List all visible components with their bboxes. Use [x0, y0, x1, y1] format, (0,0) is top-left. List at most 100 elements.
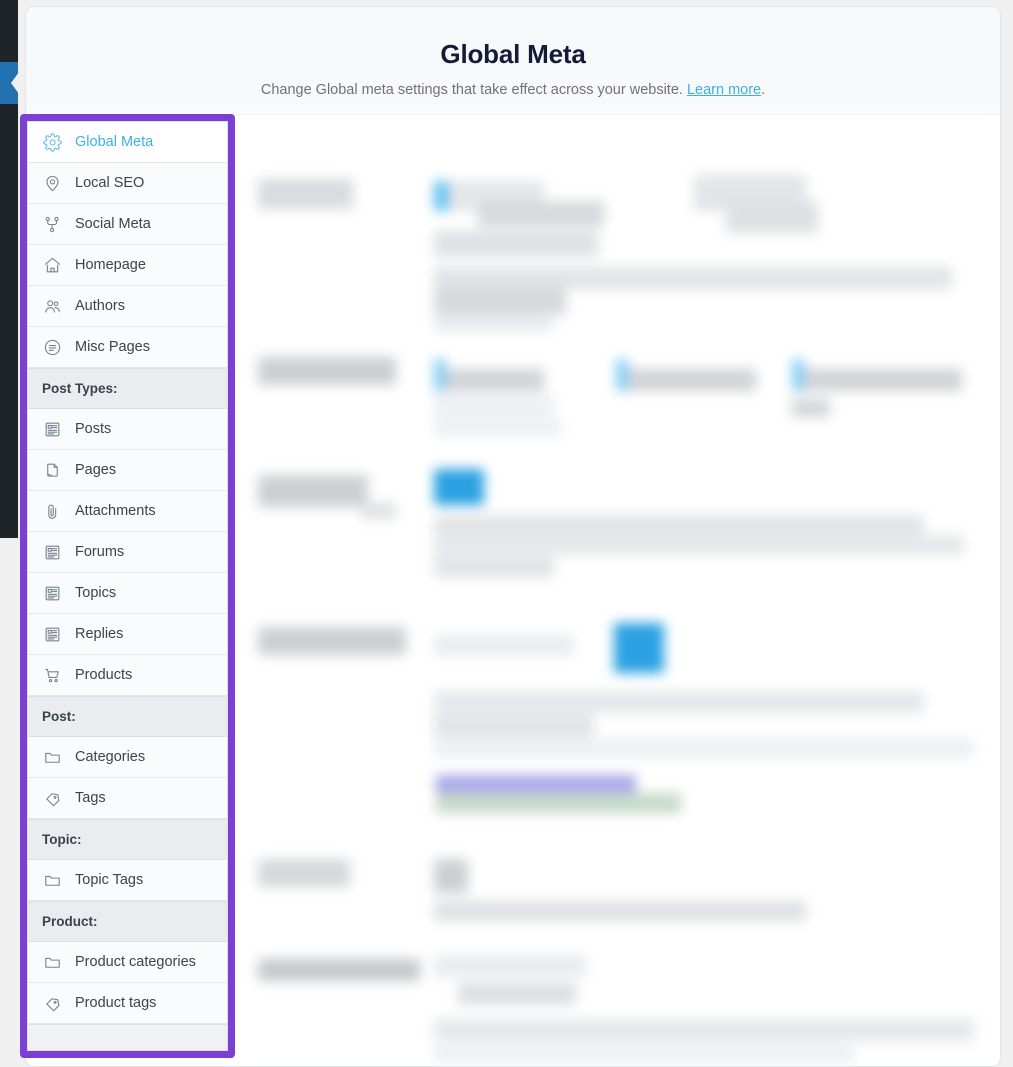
content-placeholder-block [792, 399, 830, 417]
content-placeholder-block [434, 359, 446, 391]
learn-more-link[interactable]: Learn more [687, 82, 761, 98]
content-placeholder-block [434, 557, 554, 577]
content-placeholder-block [361, 503, 396, 519]
sidebar-item-homepage[interactable]: Homepage [28, 245, 227, 286]
article-icon [42, 419, 63, 440]
page-subtitle-period: . [761, 82, 765, 98]
content-placeholder-block [804, 369, 962, 391]
sidebar-item-label: Pages [75, 462, 116, 478]
content-placeholder-block [434, 535, 964, 555]
sidebar-footer [28, 1024, 227, 1051]
sidebar-item-label: Attachments [75, 503, 156, 519]
content-placeholder-block [434, 1019, 974, 1041]
sidebar-item-forums[interactable]: Forums [28, 532, 227, 573]
settings-nav: Global Meta Local SEO Social Meta Homepage A… [27, 121, 228, 1051]
content-placeholder-block [478, 201, 604, 227]
sidebar-item-label: Social Meta [75, 216, 151, 232]
sidebar-item-label: Tags [75, 790, 106, 806]
content-placeholder-block [434, 231, 598, 257]
wordpress-admin-rail-pointer-icon [11, 72, 19, 94]
tag-icon [42, 993, 63, 1014]
sidebar-section-posttypes: Post Types: [28, 368, 227, 409]
settings-nav-highlight-box: Global Meta Local SEO Social Meta Homepage A… [20, 114, 235, 1058]
content-placeholder-block [434, 635, 574, 655]
sidebar-item-label: Forums [75, 544, 124, 560]
users-icon [42, 296, 63, 317]
sidebar-item-topic-tags[interactable]: Topic Tags [28, 860, 227, 901]
tag-icon [42, 788, 63, 809]
sidebar-item-product-tags[interactable]: Product tags [28, 983, 227, 1024]
content-placeholder-block [458, 983, 576, 1005]
folder-icon [42, 952, 63, 973]
paperclip-icon [42, 501, 63, 522]
page-icon [42, 460, 63, 481]
article-icon [42, 542, 63, 563]
sidebar-item-label: Products [75, 667, 132, 683]
page-title: Global Meta [26, 39, 1000, 70]
sidebar-item-local-seo[interactable]: Local SEO [28, 163, 227, 204]
sidebar-item-attachments[interactable]: Attachments [28, 491, 227, 532]
content-placeholder-block [434, 419, 562, 437]
content-placeholder-block [434, 289, 566, 315]
sidebar-item-topics[interactable]: Topics [28, 573, 227, 614]
sidebar-item-tags[interactable]: Tags [28, 778, 227, 819]
sidebar-item-global-meta[interactable]: Global Meta [28, 122, 227, 163]
content-placeholder-block [434, 859, 468, 893]
content-placeholder-block [434, 181, 448, 211]
folder-icon [42, 870, 63, 891]
content-placeholder-block [258, 959, 420, 981]
content-placeholder-block [434, 313, 552, 331]
list-circle-icon [42, 337, 63, 358]
sidebar-item-label: Misc Pages [75, 339, 150, 355]
content-placeholder-block [726, 201, 818, 233]
sidebar-item-label: Categories [75, 749, 145, 765]
sidebar-item-categories[interactable]: Categories [28, 737, 227, 778]
content-placeholder-block [434, 955, 586, 977]
sidebar-item-product-categories[interactable]: Product categories [28, 942, 227, 983]
content-placeholder-block [436, 793, 681, 813]
page-subtitle-text: Change Global meta settings that take ef… [261, 82, 683, 98]
content-placeholder-block [434, 739, 974, 757]
content-placeholder-block [434, 1045, 854, 1063]
gear-icon [42, 132, 63, 153]
sidebar-item-label: Homepage [75, 257, 146, 273]
content-placeholder-block [446, 369, 544, 391]
sidebar-section-post: Post: [28, 696, 227, 737]
sidebar-item-products[interactable]: Products [28, 655, 227, 696]
content-placeholder-block [434, 691, 924, 713]
sidebar-item-pages[interactable]: Pages [28, 450, 227, 491]
content-placeholder-block [258, 475, 368, 507]
content-placeholder-block [614, 623, 664, 673]
content-placeholder-block [434, 267, 952, 289]
folder-icon [42, 747, 63, 768]
content-placeholder-block [434, 395, 554, 417]
sidebar-item-label: Authors [75, 298, 125, 314]
sidebar-item-social-meta[interactable]: Social Meta [28, 204, 227, 245]
sidebar-item-misc-pages[interactable]: Misc Pages [28, 327, 227, 368]
sidebar-item-label: Product tags [75, 995, 156, 1011]
sidebar-item-replies[interactable]: Replies [28, 614, 227, 655]
sidebar-item-label: Local SEO [75, 175, 144, 191]
content-placeholder-block [258, 179, 353, 209]
content-placeholder-block [792, 359, 804, 391]
content-placeholder-block [258, 357, 396, 385]
content-placeholder-block [434, 515, 924, 535]
home-icon [42, 255, 63, 276]
sidebar-section-topic: Topic: [28, 819, 227, 860]
sidebar-item-label: Topic Tags [75, 872, 143, 888]
sidebar-item-label: Topics [75, 585, 116, 601]
map-pin-icon [42, 173, 63, 194]
sidebar-section-product: Product: [28, 901, 227, 942]
content-placeholder-block [434, 901, 806, 921]
sidebar-item-posts[interactable]: Posts [28, 409, 227, 450]
sidebar-item-label: Product categories [75, 954, 196, 970]
article-icon [42, 583, 63, 604]
page-subtitle: Change Global meta settings that take ef… [26, 82, 1000, 98]
share-nodes-icon [42, 214, 63, 235]
content-placeholder-block [434, 715, 594, 737]
content-placeholder-block [258, 627, 406, 655]
article-icon [42, 624, 63, 645]
sidebar-item-label: Posts [75, 421, 111, 437]
content-placeholder-block [434, 469, 484, 505]
sidebar-item-authors[interactable]: Authors [28, 286, 227, 327]
